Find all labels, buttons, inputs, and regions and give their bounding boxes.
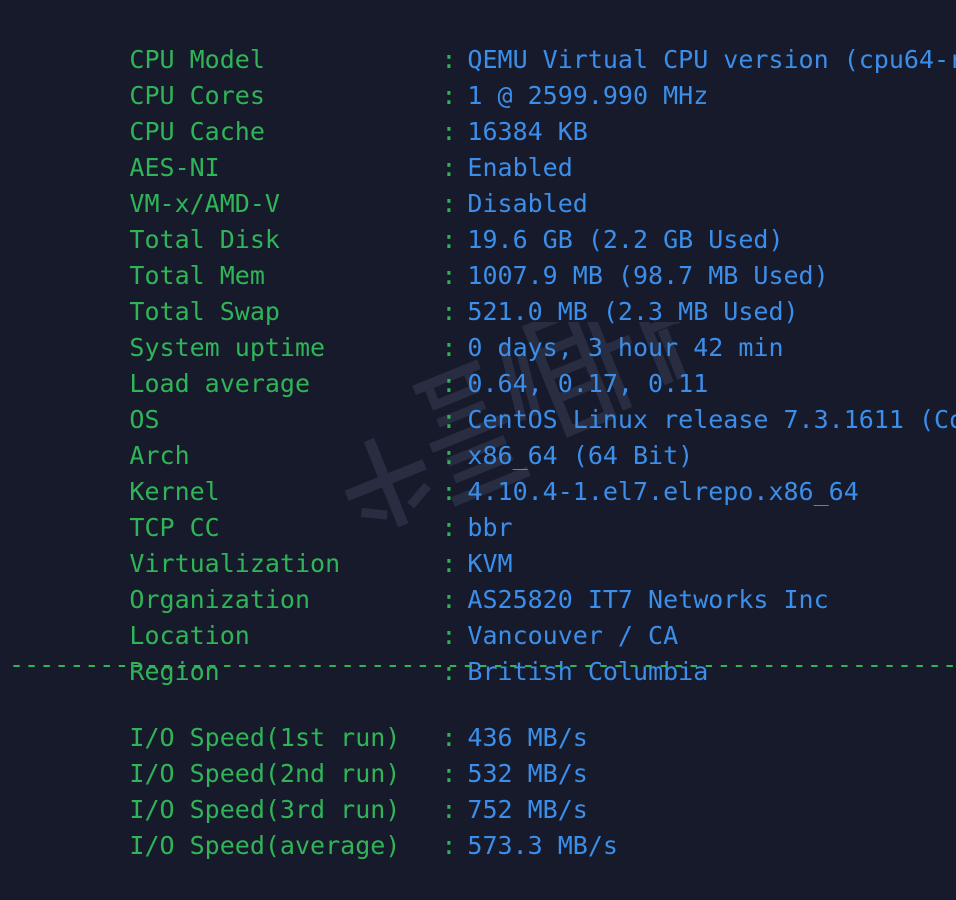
system-info-block: CPU Model: QEMU Virtual CPU version (cpu6…: [9, 6, 956, 686]
info-value: QEMU Virtual CPU version (cpu64-rhel6): [467, 45, 956, 74]
info-label: Load average: [129, 369, 311, 398]
terminal-output: CPU Model: QEMU Virtual CPU version (cpu6…: [0, 0, 956, 860]
info-label: Total Disk: [129, 225, 280, 254]
io-colon: :: [441, 831, 457, 860]
io-label: I/O Speed(2nd run): [129, 759, 401, 788]
info-label: Total Swap: [129, 297, 280, 326]
info-colon: :: [441, 297, 457, 326]
info-value: Vancouver / CA: [467, 621, 679, 650]
separator-line: ----------------------------------------…: [9, 654, 956, 676]
info-label: Total Mem: [129, 261, 265, 290]
info-value: 19.6 GB: [467, 225, 573, 254]
info-label: Kernel: [129, 477, 220, 506]
vmx-status: Disabled: [467, 189, 588, 218]
info-colon: :: [441, 261, 457, 290]
io-value: 436 MB/s: [467, 723, 588, 752]
info-colon: :: [441, 81, 457, 110]
info-label: AES-NI: [129, 153, 220, 182]
io-value: 532 MB/s: [467, 759, 588, 788]
info-colon: :: [441, 585, 457, 614]
aes-ni-status: Enabled: [467, 153, 573, 182]
io-value: 752 MB/s: [467, 795, 588, 824]
info-label: Organization: [129, 585, 311, 614]
info-colon: :: [441, 333, 457, 362]
info-value: AS25820 IT7 Networks Inc: [467, 585, 829, 614]
io-label: I/O Speed(3rd run): [129, 795, 401, 824]
info-label: CPU Cache: [129, 117, 265, 146]
terminal-window: CPU Model: QEMU Virtual CPU version (cpu6…: [0, 0, 956, 860]
info-label: VM-x/AMD-V: [129, 189, 280, 218]
info-colon: :: [441, 225, 457, 254]
info-label: TCP CC: [129, 513, 220, 542]
info-label: CPU Model: [129, 45, 265, 74]
io-label: I/O Speed(1st run): [129, 723, 401, 752]
info-value: 4.10.4-1.el7.elrepo.x86_64: [467, 477, 859, 506]
info-colon: :: [441, 405, 457, 434]
info-colon: :: [441, 189, 457, 218]
info-value: 1007.9 MB: [467, 261, 603, 290]
io-value: 573.3 MB/s: [467, 831, 618, 860]
info-value: 1 @ 2599.990 MHz: [467, 81, 709, 110]
info-label: Virtualization: [129, 549, 341, 578]
info-value: 521.0 MB (2.3 MB Used): [467, 297, 799, 326]
info-colon: :: [441, 477, 457, 506]
info-value: 0 days, 3 hour 42 min: [467, 333, 784, 362]
info-label: Arch: [129, 441, 190, 470]
info-label: OS: [129, 405, 160, 434]
info-label: Location: [129, 621, 250, 650]
info-label: System uptime: [129, 333, 326, 362]
info-value: x86_64 (64 Bit): [467, 441, 694, 470]
io-colon: :: [441, 723, 457, 752]
info-colon: :: [441, 45, 457, 74]
info-colon: :: [441, 441, 457, 470]
info-value-suffix: (2.2 GB Used): [572, 225, 784, 254]
info-colon: :: [441, 117, 457, 146]
info-value: 0.64, 0.17, 0.11: [467, 369, 709, 398]
info-label: CPU Cores: [129, 81, 265, 110]
info-colon: :: [441, 513, 457, 542]
io-colon: :: [441, 795, 457, 824]
info-value: 16384 KB: [467, 117, 588, 146]
tcp-cc-value: bbr: [467, 513, 513, 542]
info-colon: :: [441, 549, 457, 578]
io-label: I/O Speed(average): [129, 831, 401, 860]
info-row: CPU Model: QEMU Virtual CPU version (cpu6…: [9, 6, 956, 74]
info-colon: :: [441, 153, 457, 182]
info-colon: :: [441, 621, 457, 650]
io-colon: :: [441, 759, 457, 788]
info-value-suffix: (98.7 MB Used): [602, 261, 829, 290]
info-value: CentOS Linux release 7.3.1611 (Core): [467, 405, 956, 434]
info-colon: :: [441, 369, 457, 398]
info-value: KVM: [467, 549, 513, 578]
io-speed-block: I/O Speed(1st run):436 MB/s I/O Speed(2n…: [9, 684, 956, 860]
